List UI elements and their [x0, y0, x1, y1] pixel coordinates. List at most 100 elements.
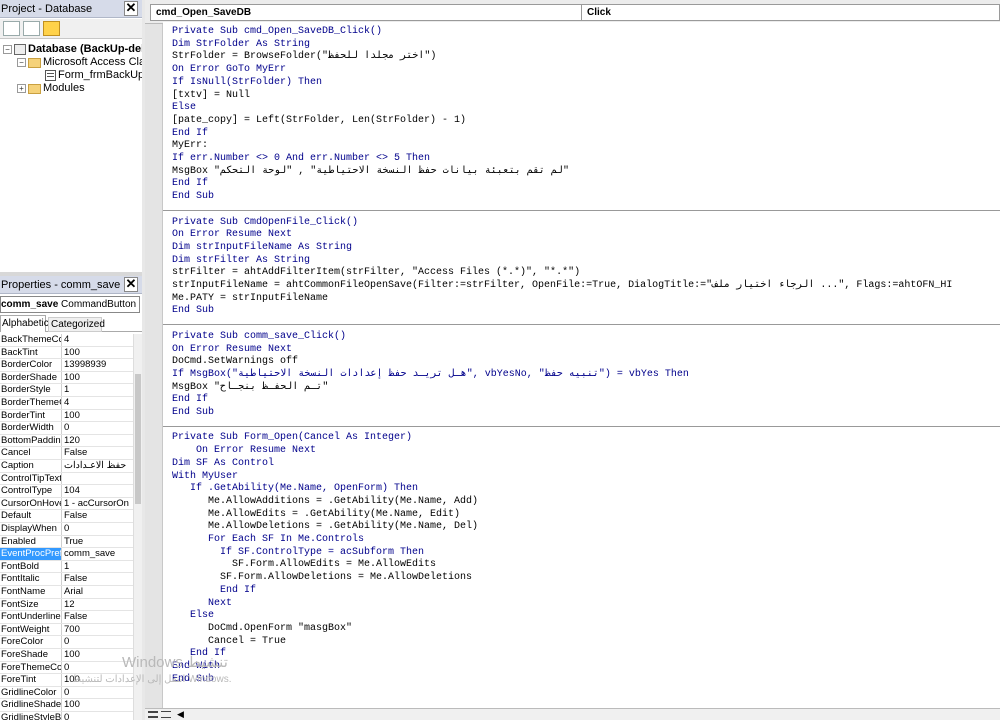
code-line[interactable]: End If: [172, 128, 208, 141]
property-row[interactable]: FontSize 12: [0, 598, 133, 612]
code-line[interactable]: Me.AllowDeletions = .GetAbility(Me.Name,…: [172, 521, 478, 534]
code-line[interactable]: Cancel = True: [172, 636, 286, 649]
property-value[interactable]: 12: [62, 599, 133, 611]
property-row[interactable]: FontWeight 700: [0, 623, 133, 637]
tree-node-modules[interactable]: + Modules: [17, 82, 85, 95]
property-row[interactable]: BorderWidth 0: [0, 422, 133, 435]
property-row[interactable]: FontItalic False: [0, 573, 133, 586]
code-line[interactable]: strInputFileName = ahtCommonFileOpenSave…: [172, 280, 952, 293]
property-row[interactable]: ForeShade 100: [0, 649, 133, 662]
code-line[interactable]: Private Sub comm_save_Click(): [172, 331, 346, 344]
property-value[interactable]: 0: [62, 636, 133, 648]
code-line[interactable]: StrFolder = BrowseFolder("اختر مجلدا للح…: [172, 51, 436, 64]
code-line[interactable]: DoCmd.OpenForm "masgBox": [172, 623, 352, 636]
property-row[interactable]: BackTint 100: [0, 346, 133, 360]
procedure-dropdown[interactable]: Click: [581, 4, 1000, 21]
code-line[interactable]: If err.Number <> 0 And err.Number <> 5 T…: [172, 153, 430, 166]
code-line[interactable]: Else: [172, 102, 196, 115]
code-line[interactable]: [txtv] = Null: [172, 90, 250, 103]
code-line[interactable]: DoCmd.SetWarnings off: [172, 356, 298, 369]
code-line[interactable]: End Sub: [172, 191, 214, 204]
property-value[interactable]: False: [62, 447, 133, 459]
code-line[interactable]: If MsgBox("هـل تريـد حفظ إعدادات النسخة …: [172, 369, 689, 382]
property-row[interactable]: Cancel False: [0, 447, 133, 460]
code-line[interactable]: strFilter = ahtAddFilterItem(strFilter, …: [172, 267, 580, 280]
property-value[interactable]: 100: [62, 699, 133, 711]
code-line[interactable]: End Sub: [172, 407, 214, 420]
code-line[interactable]: Dim SF As Control: [172, 458, 274, 471]
code-line[interactable]: MyErr:: [172, 140, 208, 153]
property-row[interactable]: BorderTint 100: [0, 409, 133, 423]
code-line[interactable]: On Error Resume Next: [172, 344, 292, 357]
property-value[interactable]: False: [62, 510, 133, 522]
code-line[interactable]: Me.AllowEdits = .GetAbility(Me.Name, Edi…: [172, 509, 460, 522]
code-line[interactable]: On Error GoTo MyErr: [172, 64, 286, 77]
property-value[interactable]: False: [62, 611, 133, 623]
view-code-icon[interactable]: [3, 21, 20, 36]
code-line[interactable]: Private Sub CmdOpenFile_Click(): [172, 217, 358, 230]
property-row[interactable]: FontBold 1: [0, 560, 133, 574]
property-row[interactable]: BorderStyle 1: [0, 384, 133, 397]
property-value[interactable]: 700: [62, 624, 133, 636]
property-value[interactable]: 104: [62, 485, 133, 497]
code-line[interactable]: Dim strInputFileName As String: [172, 242, 352, 255]
property-row[interactable]: EventProcPrefixcomm_save: [0, 548, 133, 561]
property-row[interactable]: ControlType 104: [0, 485, 133, 498]
property-row[interactable]: ForeColor 0: [0, 636, 133, 649]
tree-node-database[interactable]: − Database (BackUp-dele: [3, 43, 150, 56]
property-value[interactable]: 0: [62, 523, 133, 535]
property-value[interactable]: 4: [62, 397, 133, 409]
scrollbar-thumb[interactable]: [135, 374, 141, 504]
expand-icon[interactable]: +: [17, 84, 26, 93]
property-value[interactable]: 1: [62, 384, 133, 396]
code-line[interactable]: End If: [172, 178, 208, 191]
object-selector[interactable]: comm_save CommandButton: [0, 296, 140, 313]
toggle-folders-icon[interactable]: [43, 21, 60, 36]
code-editor[interactable]: Private Sub cmd_Open_SaveDB_Click() Dim S…: [163, 22, 1000, 708]
code-line[interactable]: On Error Resume Next: [172, 229, 292, 242]
code-line[interactable]: For Each SF In Me.Controls: [172, 534, 364, 547]
property-value[interactable]: 100: [62, 347, 133, 359]
code-line[interactable]: Me.PATY = strInputFileName: [172, 293, 328, 306]
code-line[interactable]: SF.Form.AllowEdits = Me.AllowEdits: [172, 559, 436, 572]
code-line[interactable]: End If: [172, 394, 208, 407]
code-line[interactable]: End If: [172, 585, 256, 598]
tab-alphabetic[interactable]: Alphabetic: [0, 315, 49, 332]
property-row[interactable]: ControlTipText: [0, 472, 133, 486]
property-value[interactable]: حفظ الاعـدادات: [62, 460, 133, 472]
property-row[interactable]: DisplayWhen 0: [0, 523, 133, 536]
view-object-icon[interactable]: [23, 21, 40, 36]
code-line[interactable]: Dim StrFolder As String: [172, 39, 310, 52]
property-row[interactable]: FontUnderline False: [0, 611, 133, 624]
code-line[interactable]: SF.Form.AllowDeletions = Me.AllowDeletio…: [172, 572, 472, 585]
property-row[interactable]: Default False: [0, 510, 133, 523]
property-value[interactable]: 120: [62, 435, 133, 447]
code-line[interactable]: End Sub: [172, 305, 214, 318]
property-value[interactable]: 1 - acCursorOn: [62, 498, 133, 510]
property-value[interactable]: 0: [62, 687, 133, 699]
code-line[interactable]: MsgBox "تـم الحفـظ بنجـاح": [172, 382, 328, 395]
property-row[interactable]: BorderThemeColor4: [0, 397, 133, 410]
property-row[interactable]: BackThemeColor4: [0, 334, 133, 347]
property-value[interactable]: 1: [62, 561, 133, 573]
code-line[interactable]: If .GetAbility(Me.Name, OpenForm) Then: [172, 483, 418, 496]
property-row[interactable]: BorderShade 100: [0, 371, 133, 385]
scroll-left-icon[interactable]: ◀: [177, 709, 184, 720]
property-value[interactable]: Arial: [62, 586, 133, 598]
property-row[interactable]: BottomPadding 120: [0, 434, 133, 448]
code-line[interactable]: Else: [172, 610, 214, 623]
collapse-icon[interactable]: −: [17, 58, 26, 67]
property-row[interactable]: GridlineColor 0: [0, 686, 133, 700]
full-module-view-icon[interactable]: [161, 711, 171, 718]
property-row[interactable]: Caption حفظ الاعـدادات: [0, 460, 133, 473]
code-line[interactable]: On Error Resume Next: [172, 445, 316, 458]
property-value[interactable]: 100: [62, 410, 133, 422]
code-line[interactable]: [pate_copy] = Left(StrFolder, Len(StrFol…: [172, 115, 466, 128]
property-row[interactable]: ForeThemeColor0: [0, 661, 133, 675]
tab-categorized[interactable]: Categorized: [48, 317, 105, 332]
property-row[interactable]: CursorOnHover 1 - acCursorOn: [0, 497, 133, 511]
property-row[interactable]: GridlineStyleBottom0: [0, 712, 133, 720]
property-value[interactable]: False: [62, 573, 133, 585]
collapse-icon[interactable]: −: [3, 45, 12, 54]
property-row[interactable]: FontName Arial: [0, 586, 133, 599]
